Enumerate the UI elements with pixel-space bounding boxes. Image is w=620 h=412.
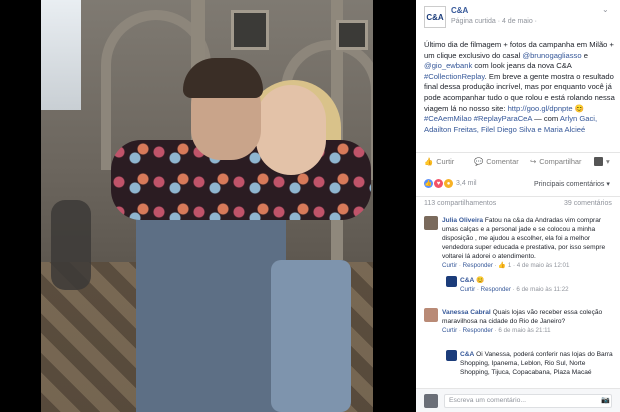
comment-icon: 💬	[474, 157, 484, 166]
comment-like-link[interactable]: Curtir	[442, 262, 457, 269]
avatar	[594, 157, 603, 166]
sky	[41, 0, 81, 110]
comment-meta: Curtir · Responder · 👍 1 · 4 de maio às …	[442, 262, 570, 269]
reaction-icons[interactable]: 👍 ♥ ●	[424, 179, 453, 188]
woman-jeans	[271, 260, 351, 412]
comment-like-link[interactable]: Curtir	[442, 327, 457, 334]
avatar[interactable]	[424, 308, 438, 322]
reaction-count[interactable]: 3,4 mil	[456, 180, 477, 187]
comment-button[interactable]: 💬 Comentar	[474, 157, 519, 166]
woman-face	[256, 85, 326, 175]
comment-meta: Curtir · Responder · 6 de maio às 21:11	[442, 327, 551, 334]
share-count[interactable]: 113 compartilhamentos	[424, 200, 496, 207]
comment-reply-link[interactable]: Responder	[481, 286, 511, 293]
post-meta: Página curtida · 4 de maio ·	[451, 18, 537, 25]
mention-link[interactable]: @gio_ewbank	[424, 61, 472, 70]
comment-text: Oi Vanessa, poderá conferir nas lojas do…	[460, 351, 613, 376]
post-text: Último dia de filmagem + fotos da campan…	[424, 40, 615, 134]
lightbox: C&A C&A Página curtida · 4 de maio · ⌄ Ú…	[0, 0, 620, 412]
love-reaction-icon: ♥	[434, 179, 443, 188]
post-menu-chevron-icon[interactable]: ⌄	[602, 5, 609, 14]
window	[336, 20, 368, 50]
camera-icon[interactable]: 📷	[601, 396, 610, 404]
thumbs-up-icon: 👍	[424, 157, 434, 166]
window	[231, 10, 269, 50]
comment-reply-link[interactable]: Responder	[463, 262, 493, 269]
shares-bar: 113 compartilhamentos 39 comentários	[416, 196, 620, 210]
chevron-down-icon: ▾	[606, 157, 610, 166]
post-photo[interactable]	[41, 0, 373, 412]
share-icon: ↪	[530, 157, 537, 166]
comment-author[interactable]: C&A	[460, 351, 474, 358]
post-actions: 👍 Curtir 💬 Comentar ↪ Compartilhar ▾	[416, 152, 620, 170]
comment-sort-dropdown[interactable]: Principais comentários ▾	[534, 180, 610, 188]
photographer	[51, 200, 91, 290]
share-button[interactable]: ↪ Compartilhar	[530, 157, 582, 166]
comment-like-link[interactable]: Curtir	[460, 286, 475, 293]
mention-link[interactable]: @brunogagliasso	[522, 51, 581, 60]
url-link[interactable]: http://goo.gl/dpnpte	[508, 104, 573, 113]
comment-meta: Curtir · Responder · 6 de maio às 11:22	[460, 286, 569, 293]
post-as-selector[interactable]: ▾	[594, 157, 610, 166]
page-name[interactable]: C&A	[451, 6, 468, 15]
comment-input[interactable]: Escreva um comentário...	[444, 394, 612, 408]
comment-author[interactable]: C&A	[460, 277, 474, 284]
like-button[interactable]: 👍 Curtir	[424, 157, 454, 166]
avatar[interactable]	[424, 216, 438, 230]
comment-reply-link[interactable]: Responder	[463, 327, 493, 334]
comment-count[interactable]: 39 comentários	[564, 200, 612, 207]
comment-author[interactable]: Julia Oliveira	[442, 217, 483, 224]
avatar[interactable]	[446, 350, 457, 361]
comment-text: 😊	[476, 277, 485, 284]
like-reaction-icon: 👍	[424, 179, 433, 188]
post-panel: C&A C&A Página curtida · 4 de maio · ⌄ Ú…	[416, 0, 620, 412]
wow-reaction-icon: ●	[444, 179, 453, 188]
page-logo[interactable]: C&A	[424, 6, 446, 28]
hashtag-link[interactable]: #CollectionReplay	[424, 72, 485, 81]
reactions-bar: 👍 ♥ ● 3,4 mil Principais comentários ▾	[416, 176, 620, 192]
post-header: C&A C&A Página curtida · 4 de maio · ⌄	[416, 0, 620, 32]
avatar[interactable]	[446, 276, 457, 287]
comment-author[interactable]: Vanessa Cabral	[442, 309, 491, 316]
man-hair	[183, 58, 263, 98]
write-comment-bar: Escreva um comentário... 📷	[416, 388, 620, 412]
avatar	[424, 394, 438, 408]
hashtag-link[interactable]: #CeAemMilao #ReplayParaCeA	[424, 114, 532, 123]
